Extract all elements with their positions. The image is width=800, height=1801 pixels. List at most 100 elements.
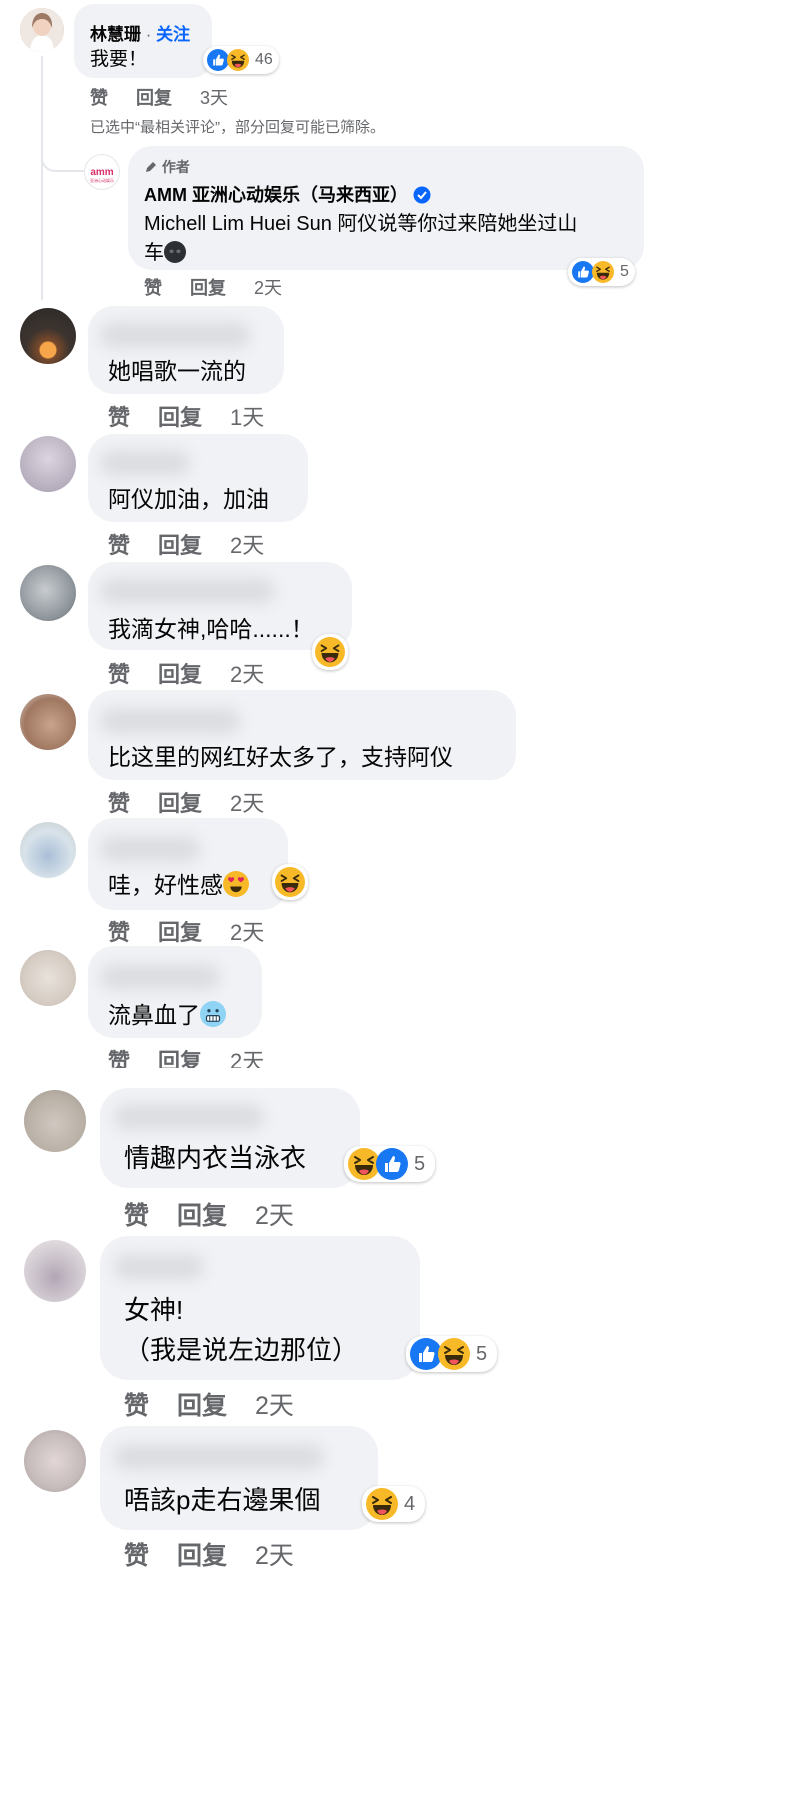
comment-text: 流鼻血了 bbox=[108, 996, 226, 1030]
commenter-name-blurred[interactable] bbox=[100, 836, 200, 862]
comment-text-content: 流鼻血了 bbox=[108, 1002, 200, 1028]
reaction-summary[interactable]: 5 bbox=[406, 1336, 498, 1372]
page-avatar[interactable]: amm 亚洲心动娱乐 bbox=[84, 154, 120, 190]
comment-text: 我滴女神,哈哈......！ bbox=[108, 616, 314, 642]
page-name-text[interactable]: AMM 亚洲心动娱乐（马来西亚） bbox=[144, 185, 408, 205]
reply-time[interactable]: 2天 bbox=[254, 278, 282, 298]
reply-text-line2: 车 bbox=[144, 236, 186, 265]
reply-button[interactable]: 回复 bbox=[158, 405, 202, 430]
comment-actions: 赞 回复 2天 bbox=[108, 915, 292, 947]
reply-button[interactable]: 回复 bbox=[158, 662, 202, 687]
avatar[interactable] bbox=[24, 1430, 86, 1492]
reaction-count: 5 bbox=[476, 1342, 488, 1365]
haha-reaction-icon bbox=[592, 261, 614, 283]
reaction-summary[interactable]: 46 bbox=[203, 46, 279, 74]
comment-time[interactable]: 2天 bbox=[255, 1392, 294, 1420]
commenter-name-blurred[interactable] bbox=[114, 1444, 324, 1470]
comment-text: 她唱歌一流的 bbox=[108, 358, 246, 384]
reply-text-line2-text: 车 bbox=[144, 242, 164, 264]
commenter-name-blurred[interactable] bbox=[100, 322, 250, 348]
comment-time[interactable]: 2天 bbox=[230, 920, 264, 945]
reaction-summary[interactable]: 4 bbox=[362, 1486, 426, 1522]
comment-time[interactable]: 3天 bbox=[200, 88, 228, 108]
page-name[interactable]: AMM 亚洲心动娱乐（马来西亚） bbox=[144, 181, 431, 207]
comment-actions: 赞回复 2天 bbox=[124, 1536, 322, 1572]
haha-reaction-icon bbox=[315, 637, 345, 667]
commenter-name-blurred[interactable] bbox=[100, 964, 220, 990]
commenter-name-blurred[interactable] bbox=[100, 708, 240, 734]
reply-actions: 赞 回复 2天 bbox=[144, 274, 310, 300]
comment-text: 比这里的网红好太多了，支持阿仪 bbox=[108, 744, 453, 770]
like-button[interactable]: 赞 bbox=[108, 791, 130, 816]
comment-text-line2: （我是说左边那位） bbox=[124, 1335, 359, 1365]
comment-actions: 赞 回复 2天 bbox=[108, 528, 292, 560]
dark-face-emoji-icon bbox=[164, 241, 186, 263]
like-button[interactable]: 赞 bbox=[90, 88, 108, 108]
reaction-summary[interactable]: 5 bbox=[568, 258, 635, 286]
like-button[interactable]: 赞 bbox=[124, 1542, 149, 1570]
like-button[interactable]: 赞 bbox=[124, 1392, 149, 1420]
comment-time[interactable]: 2天 bbox=[255, 1202, 294, 1230]
follow-link[interactable]: 关注 bbox=[156, 25, 190, 44]
reply-button[interactable]: 回复 bbox=[177, 1202, 227, 1230]
like-button[interactable]: 赞 bbox=[108, 662, 130, 687]
reply-button[interactable]: 回复 bbox=[190, 278, 226, 298]
avatar[interactable] bbox=[20, 822, 76, 878]
commenter-name-blurred[interactable] bbox=[114, 1104, 264, 1130]
reply-button[interactable]: 回复 bbox=[158, 791, 202, 816]
avatar[interactable] bbox=[24, 1090, 86, 1152]
pencil-icon bbox=[146, 162, 156, 172]
reply-button[interactable]: 回复 bbox=[177, 1542, 227, 1570]
comment-text-content: 哇，好性感 bbox=[108, 872, 223, 898]
svg-text:amm: amm bbox=[90, 167, 113, 178]
like-button[interactable]: 赞 bbox=[108, 405, 130, 430]
avatar[interactable] bbox=[24, 1240, 86, 1302]
avatar[interactable] bbox=[20, 436, 76, 492]
name-separator: · bbox=[141, 25, 157, 44]
reply-text-line1: Michell Lim Huei Sun 阿仪说等你过来陪她坐过山 bbox=[144, 213, 578, 235]
haha-reaction-icon bbox=[438, 1338, 470, 1370]
comment-text: 我要！ bbox=[90, 49, 148, 70]
avatar[interactable] bbox=[20, 694, 76, 750]
author-badge-label: 作者 bbox=[161, 159, 190, 175]
comment-time[interactable]: 2天 bbox=[230, 533, 264, 558]
commenter-name-blurred[interactable] bbox=[100, 578, 275, 604]
reply-button[interactable]: 回复 bbox=[158, 920, 202, 945]
reply-button[interactable]: 回复 bbox=[177, 1392, 227, 1420]
comment-time[interactable]: 1天 bbox=[230, 405, 264, 430]
reaction-summary[interactable] bbox=[272, 864, 308, 900]
reaction-count: 46 bbox=[255, 51, 273, 68]
avatar[interactable] bbox=[20, 950, 76, 1006]
reply-button[interactable]: 回复 bbox=[136, 88, 172, 108]
comment-actions: 赞回复 2天 bbox=[124, 1196, 322, 1232]
comment-actions: 赞 回复 1天 bbox=[108, 400, 292, 432]
avatar[interactable] bbox=[20, 8, 64, 52]
commenter-name-blurred[interactable] bbox=[100, 450, 190, 476]
comment-time[interactable]: 2天 bbox=[230, 662, 264, 687]
commenter-name-blurred[interactable] bbox=[114, 1254, 204, 1280]
reaction-summary[interactable] bbox=[312, 634, 348, 670]
comment-time[interactable]: 2天 bbox=[255, 1542, 294, 1570]
comment-text: 情趣内衣当泳衣 bbox=[124, 1143, 307, 1173]
reaction-count: 5 bbox=[620, 263, 629, 280]
comment-actions: 赞回复 2天 bbox=[124, 1386, 322, 1422]
comment-text: 唔該p走右邊果個 bbox=[124, 1485, 321, 1515]
comment-text: 哇，好性感 bbox=[108, 866, 249, 900]
haha-reaction-icon bbox=[227, 49, 249, 71]
reaction-count: 5 bbox=[414, 1152, 426, 1175]
like-button[interactable]: 赞 bbox=[108, 533, 130, 558]
verified-badge-icon bbox=[413, 186, 431, 204]
reaction-summary[interactable]: 5 bbox=[344, 1146, 436, 1182]
like-button[interactable]: 赞 bbox=[108, 920, 130, 945]
comment-actions: 赞 回复 2天 bbox=[108, 657, 292, 689]
commenter-name-text[interactable]: 林慧珊 bbox=[90, 25, 141, 44]
like-button[interactable]: 赞 bbox=[124, 1202, 149, 1230]
like-reaction-icon bbox=[572, 261, 594, 283]
comment-text: 阿仪加油，加油 bbox=[108, 486, 269, 512]
reply-button[interactable]: 回复 bbox=[158, 533, 202, 558]
avatar[interactable] bbox=[20, 308, 76, 364]
avatar[interactable] bbox=[20, 565, 76, 621]
like-button[interactable]: 赞 bbox=[144, 278, 162, 298]
commenter-name[interactable]: 林慧珊 · 关注 bbox=[90, 20, 190, 45]
comment-time[interactable]: 2天 bbox=[230, 791, 264, 816]
